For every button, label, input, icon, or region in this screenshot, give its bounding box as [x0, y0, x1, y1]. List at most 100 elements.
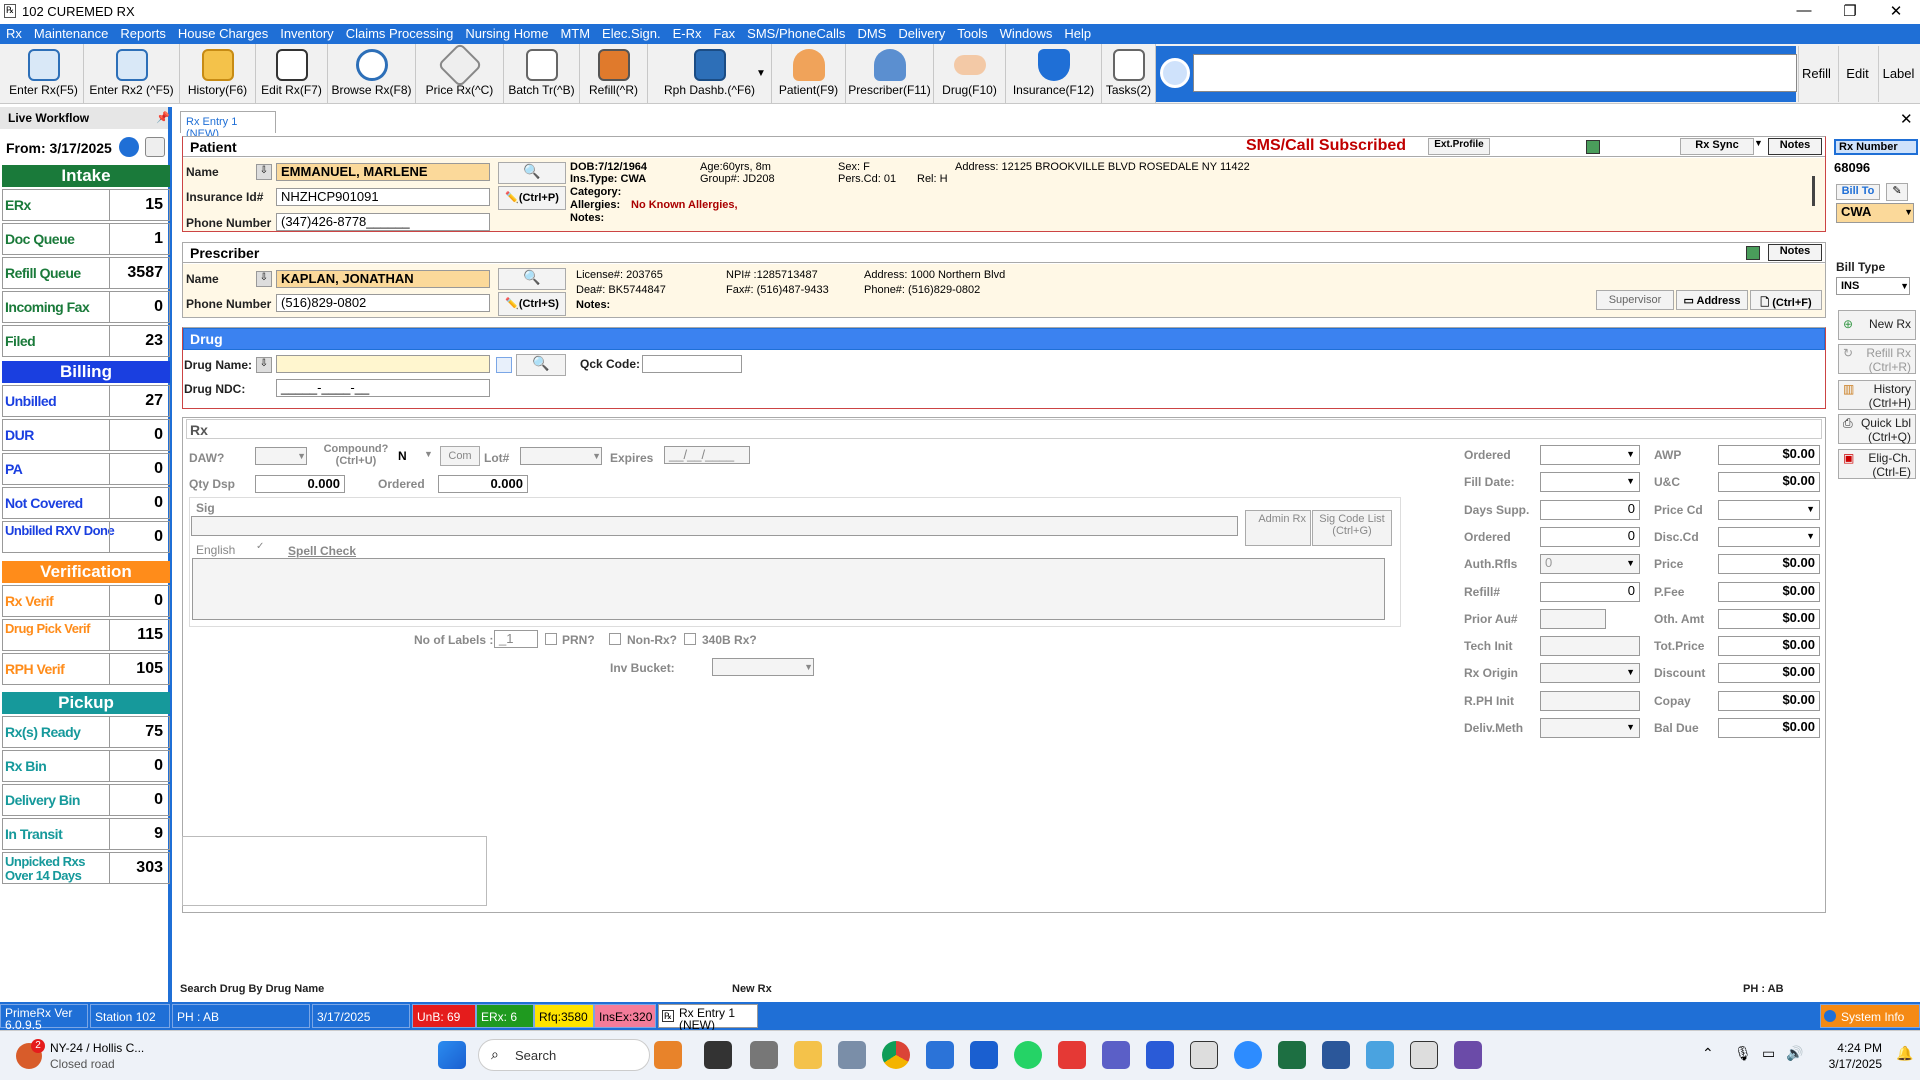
purple-app-icon[interactable] [1454, 1041, 1482, 1069]
workflow-row[interactable]: PA 0 [2, 453, 170, 485]
menu-claims[interactable]: Claims Processing [340, 24, 460, 44]
price-rx-button[interactable]: Price Rx(^C) [416, 42, 504, 104]
clock-time[interactable]: 4:24 PM [1822, 1041, 1882, 1055]
drug-button[interactable]: Drug(F10) [934, 44, 1006, 104]
menu-sms[interactable]: SMS/PhoneCalls [741, 24, 851, 44]
unbilled-count[interactable]: UnB: 69 [412, 1004, 476, 1028]
lot-select[interactable]: ▼ [520, 447, 602, 465]
workflow-row[interactable]: RPH Verif 105 [2, 653, 170, 685]
chevron-down-icon[interactable]: ▼ [1626, 473, 1635, 489]
com-button[interactable]: Com [440, 446, 480, 466]
workflow-row[interactable]: Doc Queue 1 [2, 223, 170, 255]
chrome-icon[interactable] [882, 1041, 910, 1069]
microphone-icon[interactable]: 🎙 [1734, 1045, 1752, 1062]
menu-elec-sign[interactable]: Elec.Sign. [596, 24, 667, 44]
teams-icon[interactable] [1102, 1041, 1130, 1069]
image-icon[interactable] [1586, 140, 1600, 154]
price-field-input[interactable]: $0.00 [1718, 472, 1820, 493]
trello-icon[interactable] [970, 1041, 998, 1069]
drug-search-button[interactable]: 🔍 [516, 354, 566, 376]
bill-type-select[interactable]: INS ▼ [1836, 277, 1910, 295]
menu-inventory[interactable]: Inventory [274, 24, 339, 44]
zoom-icon[interactable] [1234, 1041, 1262, 1069]
prescriber-button[interactable]: Prescriber(F11) [846, 44, 934, 104]
notification-bell-icon[interactable]: 🔔 [1896, 1045, 1913, 1062]
clock-date[interactable]: 3/17/2025 [1814, 1057, 1882, 1071]
label-link[interactable]: Label [1878, 46, 1918, 102]
task-view-icon[interactable] [704, 1041, 732, 1069]
menu-nursing-home[interactable]: Nursing Home [459, 24, 554, 44]
menu-erx[interactable]: E-Rx [667, 24, 708, 44]
windows-start-icon[interactable] [438, 1041, 466, 1069]
chevron-up-icon[interactable]: ⌃ [1702, 1045, 1714, 1062]
patient-edit-button[interactable]: ✏️(Ctrl+P) [498, 186, 566, 210]
image-icon[interactable] [1746, 246, 1760, 260]
file-explorer-icon[interactable] [794, 1041, 822, 1069]
active-app-icon[interactable] [1366, 1041, 1394, 1069]
pin-icon[interactable]: 📌 [156, 111, 170, 124]
qck-code-input[interactable] [642, 355, 742, 373]
drug-name-input[interactable] [276, 355, 490, 373]
rx-field-input[interactable]: 0 ▼ [1540, 554, 1640, 575]
expires-input[interactable]: __/__/____ [664, 446, 750, 464]
down-arrow-icon[interactable]: ⇩ [256, 271, 272, 287]
rx-field-input[interactable] [1540, 636, 1640, 657]
menu-mtm[interactable]: MTM [554, 24, 596, 44]
workflow-row[interactable]: Delivery Bin 0 [2, 784, 170, 816]
history-button[interactable]: History(F6) [180, 44, 256, 104]
address-button[interactable]: ▭ Address [1676, 290, 1748, 310]
rx-field-input[interactable]: ▼ [1540, 472, 1640, 493]
history-side-button[interactable]: ▥ History (Ctrl+H) [1838, 380, 1916, 410]
rx-field-input[interactable] [1540, 608, 1606, 629]
ext-profile-button[interactable]: Ext.Profile [1428, 138, 1490, 155]
tasks-button[interactable]: Tasks(2) [1102, 44, 1156, 104]
workflow-row[interactable]: Not Covered 0 [2, 487, 170, 519]
patient-name-field[interactable]: EMMANUEL, MARLENE [276, 163, 490, 181]
insurance-button[interactable]: Insurance(F12) [1006, 44, 1102, 104]
word-icon[interactable] [1322, 1041, 1350, 1069]
workflow-row[interactable]: Unbilled 27 [2, 385, 170, 417]
prn-checkbox[interactable] [545, 633, 557, 645]
patient-button[interactable]: Patient(F9) [772, 44, 846, 104]
workflow-row[interactable]: Rx Verif 0 [2, 585, 170, 617]
rx-sync-button[interactable]: Rx Sync [1680, 138, 1754, 155]
prescriber-edit-button[interactable]: ✏️(Ctrl+S) [498, 292, 566, 316]
scrollbar[interactable] [1812, 176, 1815, 206]
ordered-qty-input[interactable]: 0.000 [438, 475, 528, 493]
enter-rx-button[interactable]: Enter Rx(F5) [4, 44, 84, 104]
chevron-down-icon[interactable]: ▼ [1626, 719, 1635, 735]
enter-rx2-button[interactable]: Enter Rx2 (^F5) [84, 44, 180, 104]
edit-rx-button[interactable]: Edit Rx(F7) [256, 44, 328, 104]
workflow-row[interactable]: Unpicked Rxs Over 14 Days 303 [2, 852, 170, 884]
prescriber-notes-button[interactable]: Notes [1768, 244, 1822, 261]
chevron-down-icon[interactable]: ▼ [1626, 555, 1635, 571]
briefcase-app-icon[interactable] [654, 1041, 682, 1069]
workflow-row[interactable]: ERx 15 [2, 189, 170, 221]
menu-house-charges[interactable]: House Charges [172, 24, 274, 44]
primerx2-icon[interactable] [1410, 1041, 1438, 1069]
refill-rx-button[interactable]: ↻ Refill Rx (Ctrl+R) [1838, 344, 1916, 374]
excel-icon[interactable] [1278, 1041, 1306, 1069]
rx-field-input[interactable]: 0 [1540, 526, 1640, 547]
volume-icon[interactable]: 🔊 [1786, 1045, 1803, 1062]
chevron-down-icon[interactable]: ▼ [1806, 501, 1815, 517]
refill-queue-count[interactable]: Rfq:3580 [534, 1004, 594, 1028]
rx-field-input[interactable]: 0 [1540, 499, 1640, 520]
search-icon[interactable] [1160, 58, 1190, 88]
batch-tr-button[interactable]: Batch Tr(^B) [504, 44, 580, 104]
taskbar-search[interactable]: ⌕ Search [478, 1039, 650, 1071]
refresh-icon[interactable] [119, 137, 139, 157]
menu-delivery[interactable]: Delivery [892, 24, 951, 44]
340b-checkbox[interactable] [684, 633, 696, 645]
chevron-down-icon[interactable]: ▼ [1626, 446, 1635, 462]
refill-link[interactable]: Refill [1798, 46, 1834, 102]
menu-maintenance[interactable]: Maintenance [28, 24, 114, 44]
close-tab-icon[interactable]: ✕ [1900, 110, 1913, 128]
primerx-icon[interactable] [1190, 1041, 1218, 1069]
gear-icon[interactable] [145, 137, 165, 157]
compound-value[interactable]: N [398, 449, 407, 463]
monitor-icon[interactable]: ▭ [1762, 1045, 1775, 1062]
labels-count-input[interactable]: _1 [494, 630, 538, 648]
down-arrow-icon[interactable]: ⇩ [256, 164, 272, 180]
refill-button[interactable]: Refill(^R) [580, 44, 648, 104]
